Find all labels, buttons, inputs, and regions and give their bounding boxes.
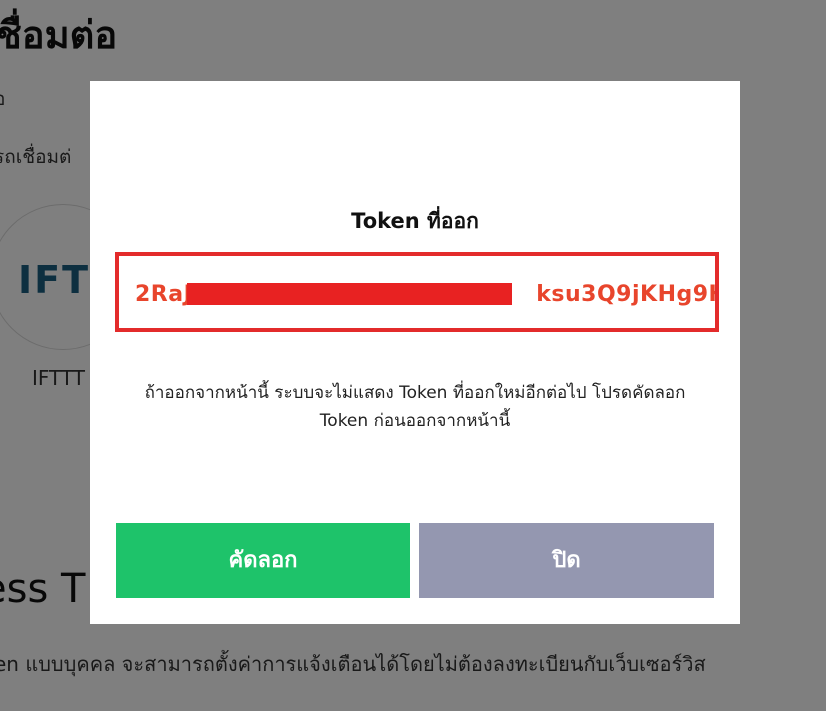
- token-highlight-box: 2RaJ ksu3Q9jKHg9HS: [115, 252, 719, 332]
- token-redaction-bar: [187, 283, 512, 305]
- dialog-message: ถ้าออกจากหน้านี้ ระบบจะไม่แสดง Token ที่…: [144, 383, 686, 431]
- copy-button[interactable]: คัดลอก: [116, 523, 410, 598]
- close-button[interactable]: ปิด: [419, 523, 714, 598]
- token-tail: ksu3Q9jKHg9HS: [536, 282, 715, 307]
- page: ชื่อมต่อ อ รถเชื่อมต่ IFTTT IFTTT ess T …: [0, 0, 826, 711]
- token-prefix: 2RaJ: [135, 282, 193, 307]
- token-issued-dialog: Token ที่ออก 2RaJ ksu3Q9jKHg9HS ถ้าออกจาก…: [90, 81, 740, 624]
- dialog-title: Token ที่ออก: [351, 209, 479, 233]
